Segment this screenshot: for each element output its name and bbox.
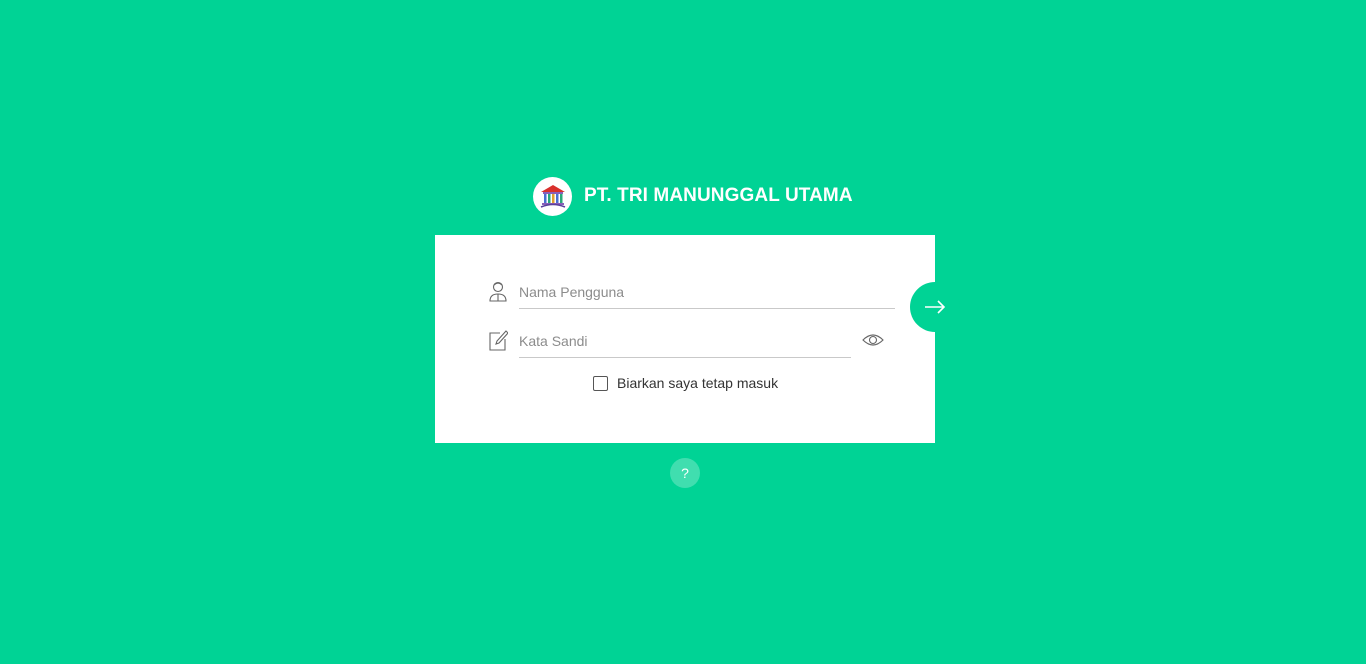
building-logo-icon (533, 176, 572, 216)
login-submit-button[interactable] (910, 282, 960, 332)
remember-label: Biarkan saya tetap masuk (617, 375, 779, 391)
brand-header: PT. TRI MANUNGGAL UTAMA (533, 176, 853, 216)
login-card: Biarkan saya tetap masuk (435, 235, 935, 443)
username-input[interactable] (519, 278, 895, 306)
arrow-right-icon (925, 300, 946, 314)
user-icon (488, 280, 508, 302)
edit-icon (488, 330, 509, 352)
eye-icon[interactable] (862, 332, 884, 348)
password-field[interactable] (519, 327, 851, 358)
company-name: PT. TRI MANUNGGAL UTAMA (584, 185, 853, 206)
username-field[interactable] (519, 278, 895, 309)
password-input[interactable] (519, 327, 851, 355)
remember-me[interactable]: Biarkan saya tetap masuk (593, 375, 778, 391)
help-button[interactable]: ? (670, 458, 700, 488)
remember-checkbox[interactable] (593, 375, 608, 391)
